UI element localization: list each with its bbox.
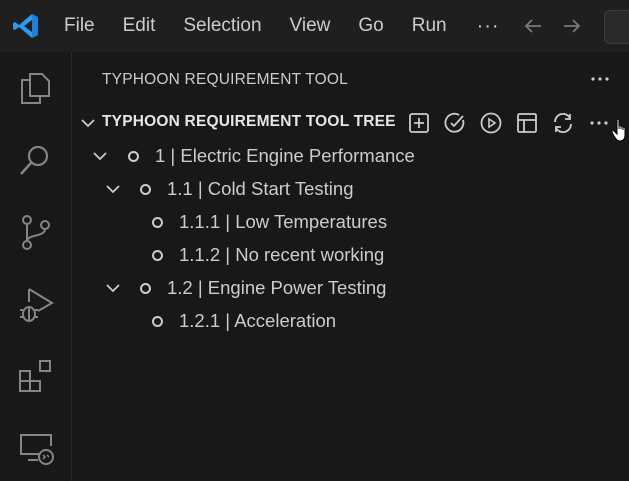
chevron-down-icon[interactable] [78, 113, 98, 133]
menu-edit[interactable]: Edit [109, 0, 170, 52]
menu-run[interactable]: Run [398, 0, 461, 52]
run-debug-icon[interactable] [16, 284, 56, 324]
menu-bar: File Edit Selection View Go Run ··· [50, 0, 516, 52]
node-circle-icon [152, 217, 163, 228]
back-arrow-icon[interactable] [521, 14, 545, 38]
tree-section-header[interactable]: TYPHOON REQUIREMENT TOOL TREE [72, 108, 629, 138]
title-bar: File Edit Selection View Go Run ··· [0, 0, 629, 52]
check-circle-icon[interactable] [443, 111, 467, 135]
tree-item-label: 1.1.1 | Low Temperatures [179, 211, 388, 232]
tree-item[interactable]: 1 | Electric Engine Performance [72, 141, 629, 171]
sidebar-more-icon[interactable] [588, 70, 612, 88]
command-center[interactable] [604, 10, 629, 44]
section-title: TYPHOON REQUIREMENT TOOL TREE [102, 113, 396, 130]
remote-explorer-icon[interactable] [16, 428, 56, 468]
vscode-logo-icon[interactable] [12, 12, 40, 40]
node-circle-icon [152, 250, 163, 261]
play-circle-icon[interactable] [479, 111, 503, 135]
chevron-down-icon[interactable] [90, 146, 110, 166]
activity-bar [0, 52, 72, 481]
tree-item-label: 1.2.1 | Acceleration [179, 310, 337, 331]
tree-item-label: 1.2 | Engine Power Testing [167, 277, 387, 298]
forward-arrow-icon[interactable] [560, 14, 584, 38]
sidebar: TYPHOON REQUIREMENT TOOL TYPHOON REQUIRE… [72, 52, 629, 481]
tree-item-label: 1.1 | Cold Start Testing [167, 178, 354, 199]
tree-item-label: 1 | Electric Engine Performance [155, 145, 415, 166]
table-icon[interactable] [515, 111, 539, 135]
node-circle-icon [128, 151, 139, 162]
node-circle-icon [140, 184, 151, 195]
menu-view[interactable]: View [276, 0, 345, 52]
tree-item[interactable]: 1.2.1 | Acceleration [72, 306, 629, 336]
tree-item-label: 1.1.2 | No recent working [179, 244, 385, 265]
menu-more-button[interactable]: ··· [461, 0, 516, 52]
explorer-icon[interactable] [16, 68, 56, 108]
source-control-icon[interactable] [16, 212, 56, 252]
tree-item[interactable]: 1.1 | Cold Start Testing [72, 174, 629, 204]
refresh-icon[interactable] [551, 111, 575, 135]
menu-go[interactable]: Go [344, 0, 397, 52]
chevron-down-icon[interactable] [103, 179, 123, 199]
node-circle-icon [140, 283, 151, 294]
tree-item[interactable]: 1.1.2 | No recent working [72, 240, 629, 270]
menu-selection[interactable]: Selection [169, 0, 275, 52]
search-icon[interactable] [16, 140, 56, 180]
extensions-icon[interactable] [16, 356, 56, 396]
menu-file[interactable]: File [50, 0, 109, 52]
tree-item[interactable]: 1.1.1 | Low Temperatures [72, 207, 629, 237]
section-more-icon[interactable] [587, 111, 611, 135]
sidebar-title: TYPHOON REQUIREMENT TOOL [102, 71, 348, 88]
hand-cursor-icon [611, 118, 626, 142]
node-circle-icon [152, 316, 163, 327]
chevron-down-icon[interactable] [103, 278, 123, 298]
add-icon[interactable] [407, 111, 431, 135]
tree-item[interactable]: 1.2 | Engine Power Testing [72, 273, 629, 303]
